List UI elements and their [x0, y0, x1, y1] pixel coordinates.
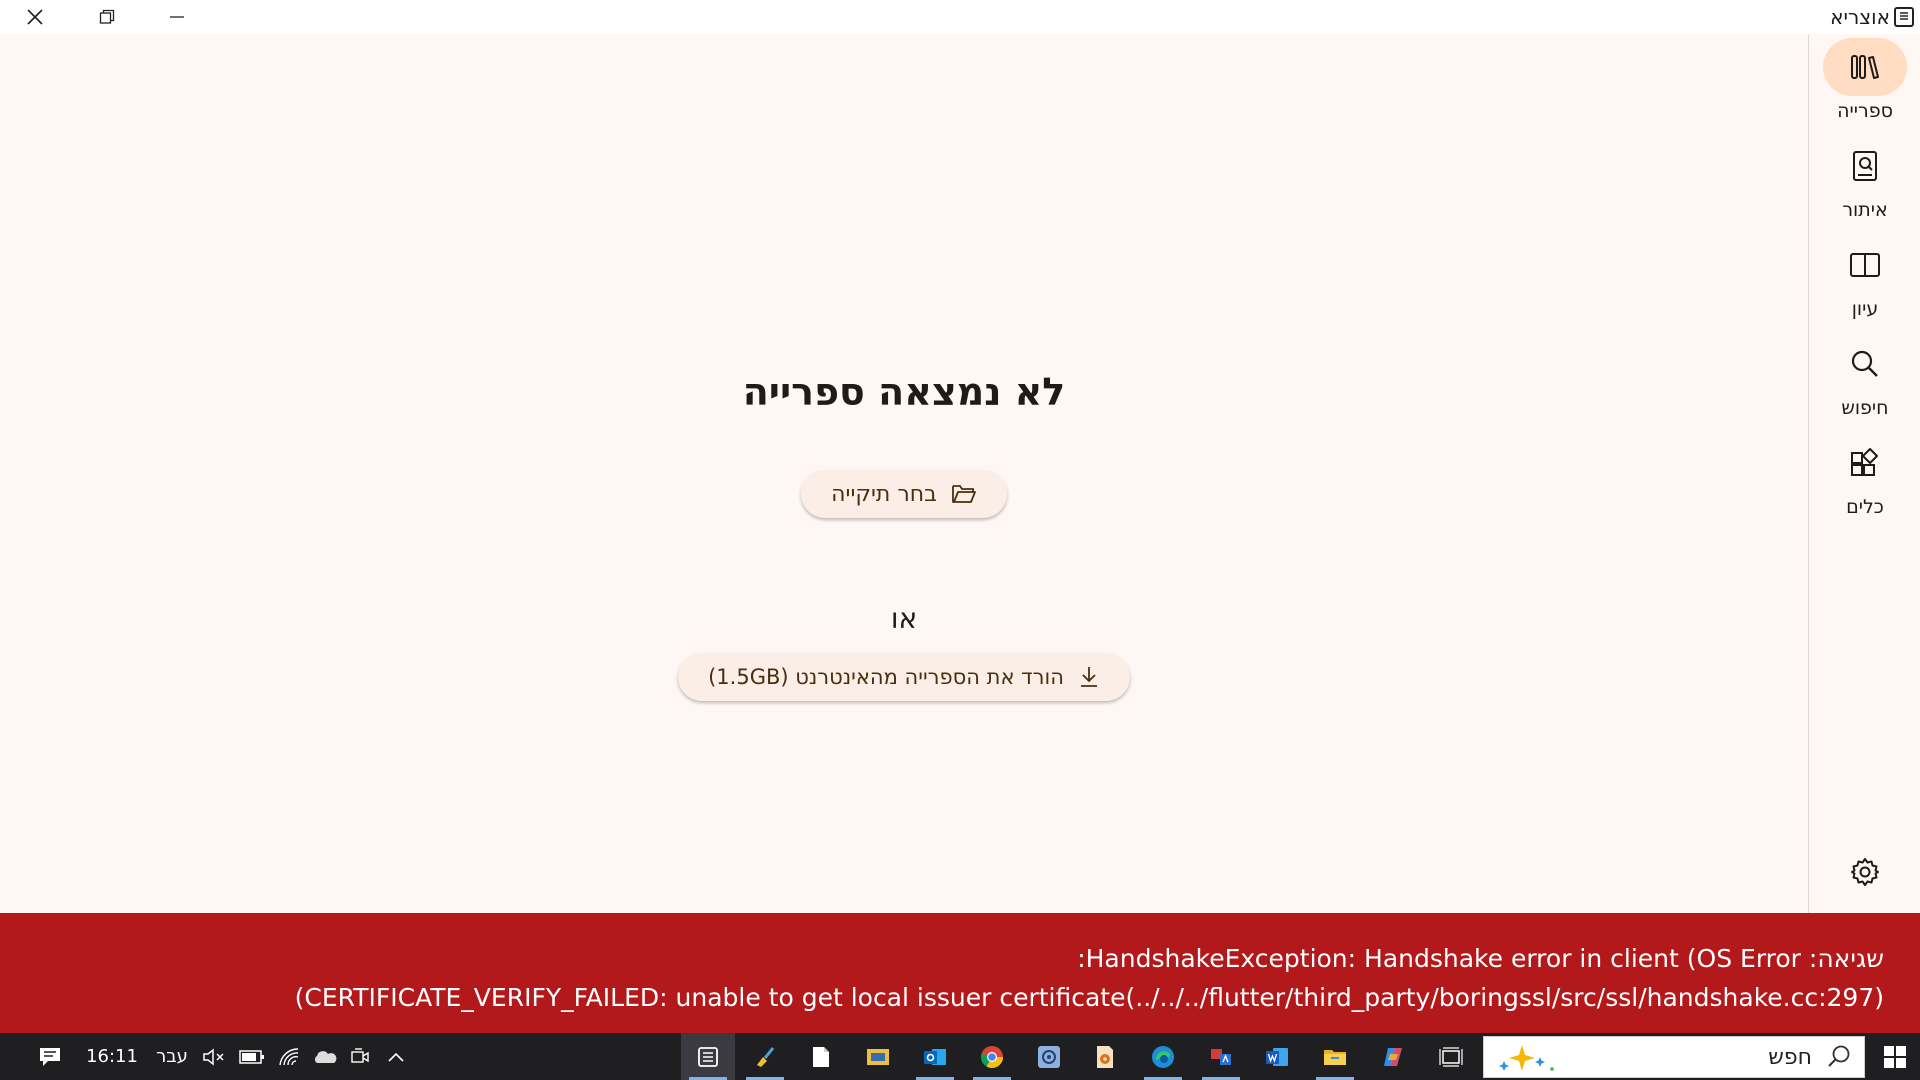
taskbar-app-outlook[interactable]: [908, 1033, 962, 1080]
volume-muted-icon: [203, 1047, 224, 1066]
otzaria-app-icon: [698, 1046, 718, 1067]
minimize-button[interactable]: [142, 0, 212, 34]
search-placeholder: חפש: [1768, 1044, 1812, 1070]
minimize-icon: [170, 16, 184, 18]
error-message-line2: CERTIFICATE_VERIFY_FAILED: unable to get…: [294, 983, 1884, 1012]
wifi-icon: [279, 1047, 299, 1065]
restore-button[interactable]: [72, 0, 142, 34]
taskbar-app-media[interactable]: [1078, 1033, 1132, 1080]
title-bar: אוצריא: [0, 0, 1920, 34]
page-title: לא נמצאה ספרייה: [742, 370, 1066, 414]
search-icon: [1851, 350, 1878, 377]
onedrive-icon: [314, 1050, 337, 1063]
taskbar-app-edge[interactable]: [1136, 1033, 1190, 1080]
app-logo-icon: [1894, 7, 1914, 27]
copilot-app-icon: [1384, 1047, 1402, 1066]
media-app-icon: [1097, 1045, 1113, 1068]
nav-label-find: איתור: [1842, 199, 1888, 221]
translator-app-icon: [1211, 1048, 1231, 1065]
nav-item-search[interactable]: חיפוש: [1809, 335, 1920, 427]
chevron-up-icon: [388, 1052, 404, 1062]
app-title: אוצריא: [1830, 4, 1914, 30]
edge-app-icon: [1152, 1045, 1174, 1068]
taskbar-app-file-explorer[interactable]: [1308, 1033, 1362, 1080]
battery-button[interactable]: [236, 1033, 268, 1080]
filmstrip-app-icon: [867, 1048, 889, 1065]
word-app-icon: [1266, 1047, 1288, 1066]
chrome-app-icon: [980, 1045, 1003, 1068]
close-icon: [27, 9, 43, 25]
nav-label-study: עיון: [1851, 298, 1879, 320]
nav-label-library: ספרייה: [1837, 100, 1893, 122]
onedrive-button[interactable]: [310, 1033, 340, 1080]
taskbar-app-brush[interactable]: [738, 1033, 792, 1080]
language-indicator[interactable]: עבר: [148, 1033, 196, 1080]
gear-icon: [1851, 858, 1879, 886]
tools-icon: [1851, 448, 1878, 476]
settings-button[interactable]: [1847, 854, 1883, 890]
app-title-text: אוצריא: [1830, 5, 1890, 29]
error-message-line1: שגיאה: HandshakeException: Handshake err…: [1077, 944, 1884, 973]
download-library-button[interactable]: הורד את הספרייה מהאינטרנט (1.5GB): [678, 653, 1130, 701]
taskbar-app-word[interactable]: [1250, 1033, 1304, 1080]
brush-app-icon: [757, 1046, 775, 1067]
taskbar-app-chrome[interactable]: [965, 1033, 1019, 1080]
meet-now-button[interactable]: [346, 1033, 374, 1080]
taskbar-app-settings[interactable]: [1022, 1033, 1076, 1080]
nav-item-find[interactable]: איתור: [1809, 137, 1920, 229]
taskbar-app-copilot[interactable]: [1366, 1033, 1420, 1080]
download-icon: [1080, 667, 1097, 687]
download-library-label: הורד את הספרייה מהאינטרנט (1.5GB): [708, 665, 1064, 689]
windows-logo-icon: [1884, 1045, 1906, 1068]
find-book-icon: [1853, 151, 1877, 181]
search-icon: [1828, 1045, 1850, 1067]
taskbar-app-translator[interactable]: [1194, 1033, 1248, 1080]
notepad-app-icon: [813, 1046, 829, 1067]
file-explorer-app-icon: [1324, 1049, 1346, 1065]
show-hidden-icons-button[interactable]: [382, 1033, 410, 1080]
nav-item-library[interactable]: ספרייה: [1809, 38, 1920, 130]
taskbar-search-box[interactable]: חפש: [1483, 1036, 1865, 1078]
meet-now-icon: [351, 1047, 369, 1063]
action-center-button[interactable]: [28, 1033, 72, 1080]
battery-icon: [239, 1049, 264, 1064]
nav-label-search: חיפוש: [1841, 397, 1889, 419]
notification-icon: [40, 1047, 60, 1066]
book-open-icon: [1850, 253, 1880, 277]
start-button[interactable]: [1870, 1033, 1920, 1080]
volume-button[interactable]: [200, 1033, 228, 1080]
task-view-icon: [1439, 1046, 1463, 1067]
restore-icon: [99, 9, 115, 24]
settings-app-icon: [1038, 1045, 1060, 1068]
close-button[interactable]: [0, 0, 70, 34]
nav-label-tools: כלים: [1846, 496, 1884, 518]
error-snackbar: שגיאה: HandshakeException: Handshake err…: [0, 913, 1920, 1033]
choose-folder-label: בחר תיקייה: [831, 481, 937, 507]
outlook-app-icon: [924, 1048, 946, 1065]
library-icon: [1851, 55, 1879, 79]
sparkle-icon: [1499, 1045, 1554, 1071]
taskbar-app-notepad[interactable]: [794, 1033, 848, 1080]
navigation-rail: ספרייה איתור עיון חיפוש כלים: [1808, 34, 1920, 913]
nav-item-study[interactable]: עיון: [1809, 236, 1920, 328]
taskbar-task-view[interactable]: [1424, 1033, 1478, 1080]
main-content: לא נמצאה ספרייה בחר תיקייה או הורד את הס…: [0, 34, 1808, 913]
folder-open-icon: [951, 485, 976, 503]
clock[interactable]: 16:11: [82, 1033, 142, 1080]
taskbar-app-filmstrip[interactable]: [851, 1033, 905, 1080]
or-separator: או: [890, 602, 918, 635]
choose-folder-button[interactable]: בחר תיקייה: [801, 470, 1007, 518]
network-button[interactable]: [274, 1033, 304, 1080]
taskbar-app-otzaria[interactable]: [681, 1033, 735, 1080]
nav-item-tools[interactable]: כלים: [1809, 434, 1920, 526]
